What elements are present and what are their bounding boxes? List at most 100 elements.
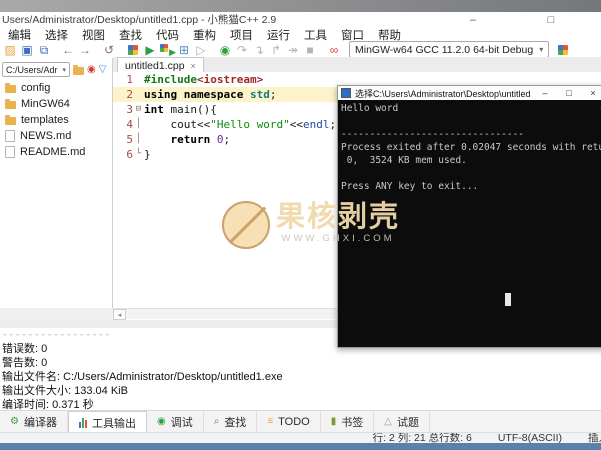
file-label: MinGW64 bbox=[21, 98, 70, 110]
file-list: config MinGW64 templates NEWS.md README.md bbox=[0, 80, 112, 160]
bottom-tab-label: 编译器 bbox=[23, 417, 57, 429]
fold-marker[interactable]: ⊟ bbox=[133, 102, 144, 117]
save-icon[interactable]: ▣ bbox=[19, 42, 35, 57]
code-text: #include<iostream> bbox=[144, 73, 264, 86]
console-line: 0, 3524 KB mem used. bbox=[341, 155, 467, 166]
bottom-tab-TODO[interactable]: ≡ TODO bbox=[257, 411, 321, 433]
bottom-tab-试题[interactable]: △ 试题 bbox=[374, 411, 430, 433]
compile-log-line: 输出文件名: C:/Users/Administrator/Desktop/un… bbox=[2, 371, 283, 383]
bottom-tab-编译器[interactable]: ⚙ 编译器 bbox=[0, 411, 68, 433]
file-browser-header: C:/Users/Adr ▾ ◉ ▽ bbox=[0, 58, 112, 80]
step-over-icon[interactable]: ↷ bbox=[234, 42, 250, 57]
open-folder-icon[interactable] bbox=[73, 64, 84, 75]
bottom-tab-label: 查找 bbox=[224, 417, 247, 429]
compile-run-glyph: ▶ bbox=[160, 43, 176, 57]
bottom-tab-查找[interactable]: ⌕ 查找 bbox=[204, 411, 258, 433]
compile-log-line: 警告数: 0 bbox=[2, 357, 48, 369]
run-to-cursor-icon[interactable]: ↠ bbox=[285, 42, 301, 57]
watch-icon[interactable]: ∞ bbox=[326, 42, 342, 57]
bottom-tab-label: 书签 bbox=[341, 417, 364, 429]
console-line: -------------------------------- bbox=[341, 129, 525, 140]
location-pin-icon[interactable]: ◉ bbox=[87, 64, 96, 75]
watermark-logo-icon bbox=[222, 201, 270, 249]
file-browser-panel: C:/Users/Adr ▾ ◉ ▽ config MinGW64 template… bbox=[0, 58, 113, 309]
editor-tab-bar: untitled1.cpp × bbox=[113, 57, 601, 73]
close-icon[interactable]: × bbox=[191, 61, 196, 71]
file-label: config bbox=[21, 82, 51, 94]
maximize-button[interactable]: □ bbox=[540, 12, 562, 28]
bottom-tab-label: TODO bbox=[278, 416, 310, 428]
forward-icon[interactable]: → bbox=[77, 42, 93, 57]
file-item-README.md[interactable]: README.md bbox=[0, 144, 112, 160]
filter-funnel-icon[interactable]: ▽ bbox=[99, 64, 107, 75]
watermark-url: WWW.GHXI.COM bbox=[281, 233, 395, 244]
tool-output-icon bbox=[78, 417, 87, 428]
code-text: } bbox=[144, 148, 151, 161]
fold-marker bbox=[133, 87, 144, 102]
compiler-set-icon[interactable] bbox=[555, 42, 571, 57]
save-all-icon[interactable]: ⧉ bbox=[36, 42, 52, 57]
run-icon[interactable]: ▶ bbox=[142, 42, 158, 57]
todo-icon: ≡ bbox=[267, 416, 274, 427]
path-select-value: C:/Users/Adr bbox=[6, 64, 58, 75]
console-line: Hello word bbox=[341, 103, 399, 114]
line-number: 1 bbox=[126, 73, 133, 86]
bottom-tab-书签[interactable]: ▮ 书签 bbox=[321, 411, 375, 433]
tab-untitled1[interactable]: untitled1.cpp × bbox=[117, 57, 204, 73]
debug-icon[interactable]: ◉ bbox=[217, 42, 233, 57]
search-icon: ⌕ bbox=[213, 416, 220, 427]
console-maximize-button[interactable]: □ bbox=[559, 88, 579, 98]
stop-icon[interactable]: ■ bbox=[302, 42, 318, 57]
bottom-tab-工具输出[interactable]: 工具输出 bbox=[67, 411, 147, 433]
flask-icon: △ bbox=[384, 416, 392, 427]
console-title: 选择C:\Users\Administrator\Desktop\untitle… bbox=[355, 88, 531, 99]
file-label: README.md bbox=[20, 146, 86, 158]
folder-icon bbox=[5, 99, 16, 109]
step-into-icon[interactable]: ↴ bbox=[251, 42, 267, 57]
history-icon[interactable]: ↺ bbox=[101, 42, 117, 57]
line-number: 6 bbox=[126, 148, 133, 161]
taskbar-edge bbox=[0, 443, 601, 450]
code-text: using namespace std; bbox=[144, 88, 277, 101]
compile-run-icon[interactable]: ▶ bbox=[159, 42, 176, 57]
step-out-icon[interactable]: ↱ bbox=[268, 42, 284, 57]
watermark-title: 果核剥壳 bbox=[276, 201, 401, 233]
file-item-NEWS.md[interactable]: NEWS.md bbox=[0, 128, 112, 144]
line-number: 2 bbox=[126, 88, 133, 101]
file-item-config[interactable]: config bbox=[0, 80, 112, 96]
debug-tab-icon: ◉ bbox=[156, 416, 166, 427]
path-select[interactable]: C:/Users/Adr ▾ bbox=[2, 62, 70, 77]
open-icon[interactable]: ▨ bbox=[2, 42, 18, 57]
compiler-select[interactable]: MinGW-w64 GCC 11.2.0 64-bit Debug ▾ bbox=[349, 41, 550, 58]
file-item-MinGW64[interactable]: MinGW64 bbox=[0, 96, 112, 112]
rebuild-icon[interactable]: ⊞ bbox=[176, 42, 192, 57]
compile-icon[interactable] bbox=[125, 42, 141, 57]
fold-marker: └ bbox=[135, 149, 142, 159]
scroll-left-icon[interactable]: ◂ bbox=[113, 309, 126, 320]
console-close-button[interactable]: × bbox=[583, 88, 601, 98]
chevron-down-icon: ▾ bbox=[62, 66, 66, 74]
console-title-bar: 选择C:\Users\Administrator\Desktop\untitle… bbox=[338, 86, 601, 100]
fold-marker bbox=[133, 72, 144, 87]
folder-icon bbox=[5, 115, 16, 125]
menu-bar: 编辑 选择 视图 查找 代码 重构 项目 运行 工具 窗口 帮助 bbox=[0, 28, 601, 42]
file-label: NEWS.md bbox=[20, 130, 72, 142]
console-line: Press ANY key to exit... bbox=[341, 181, 479, 192]
file-item-templates[interactable]: templates bbox=[0, 112, 112, 128]
compile-squares-glyph bbox=[128, 44, 138, 55]
bottom-tab-bar: ⚙ 编译器 工具输出 ◉ 调试 ⌕ 查找 ≡ TODO ▮ 书签 △ 试题 bbox=[0, 410, 601, 433]
bottom-tab-label: 调试 bbox=[170, 417, 193, 429]
bottom-tab-调试[interactable]: ◉ 调试 bbox=[147, 411, 204, 433]
console-line: Process exited after 0.02047 seconds wit… bbox=[341, 142, 601, 153]
file-icon bbox=[5, 146, 15, 158]
compile-log-line: 输出文件大小: 133.04 KiB bbox=[2, 385, 128, 397]
back-icon[interactable]: ← bbox=[60, 42, 76, 57]
minimize-button[interactable]: – bbox=[462, 12, 484, 28]
panel-filler bbox=[0, 308, 113, 320]
line-number: 5 bbox=[126, 133, 133, 146]
file-label: templates bbox=[21, 114, 69, 126]
run-parameters-icon[interactable]: ▷ bbox=[193, 42, 209, 57]
console-minimize-button[interactable]: – bbox=[535, 88, 555, 98]
line-number: 4 bbox=[126, 118, 133, 131]
